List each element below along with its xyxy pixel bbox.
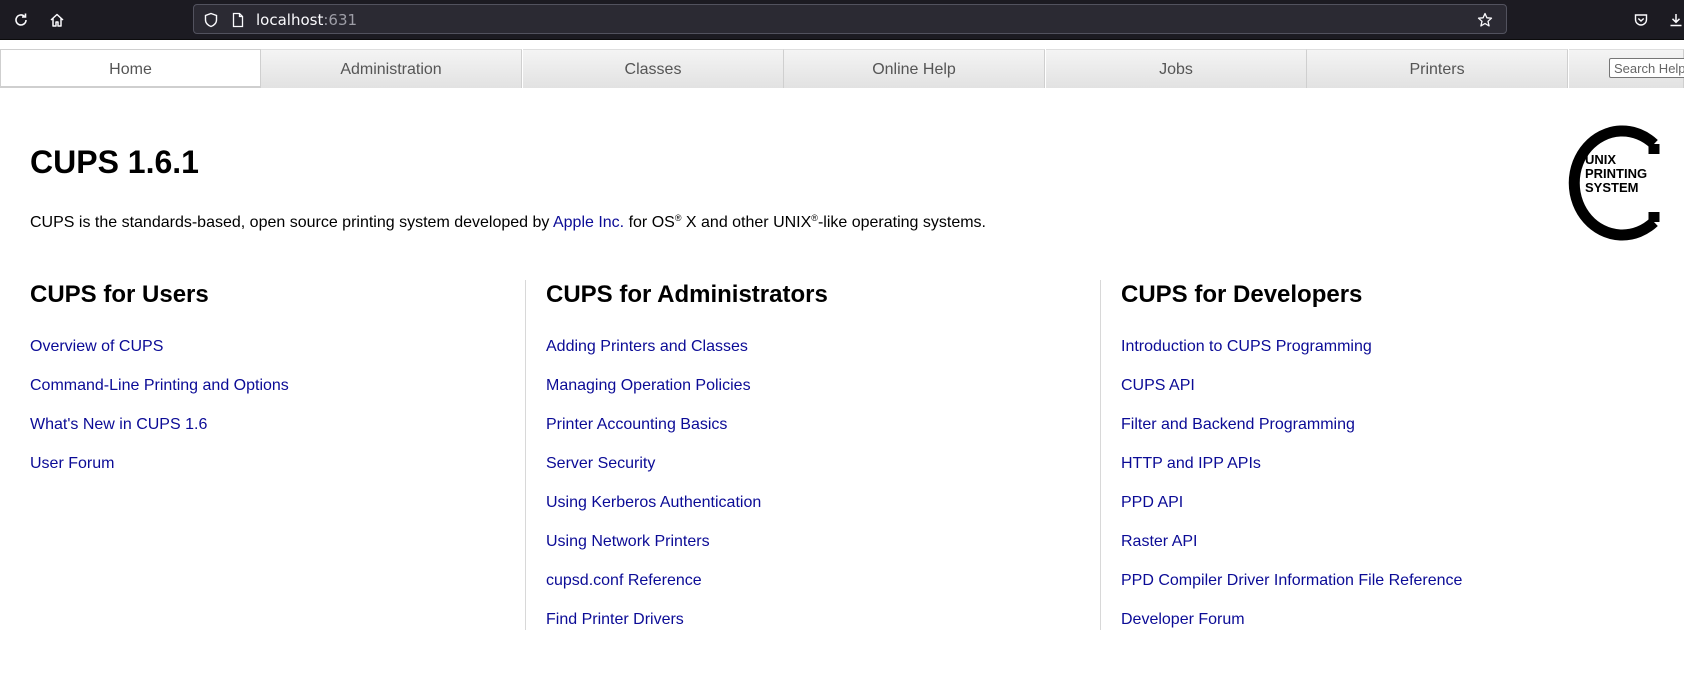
- whats-new-link[interactable]: What's New in CUPS 1.6: [30, 416, 207, 433]
- tab-classes[interactable]: Classes: [523, 49, 784, 88]
- intro-text-os: for OS: [624, 214, 675, 231]
- ppd-compiler-link[interactable]: PPD Compiler Driver Information File Ref…: [1121, 572, 1462, 589]
- apple-inc-link[interactable]: Apple Inc.: [553, 214, 624, 231]
- url-port: :631: [323, 11, 358, 29]
- url-host: localhost: [256, 11, 324, 29]
- developer-forum-link[interactable]: Developer Forum: [1121, 611, 1245, 628]
- logo-text-system: SYSTEM: [1585, 180, 1638, 195]
- reload-icon[interactable]: [9, 8, 33, 32]
- accounting-basics-link[interactable]: Printer Accounting Basics: [546, 416, 727, 433]
- cups-api-link[interactable]: CUPS API: [1121, 377, 1195, 394]
- http-ipp-link[interactable]: HTTP and IPP APIs: [1121, 455, 1261, 472]
- intro-text-end: -like operating systems.: [817, 214, 986, 231]
- page-icon[interactable]: [230, 12, 246, 28]
- find-drivers-link[interactable]: Find Printer Drivers: [546, 611, 684, 628]
- browser-toolbar: localhost:631: [0, 0, 1684, 39]
- pocket-icon[interactable]: [1629, 8, 1653, 32]
- url-text[interactable]: localhost:631: [256, 5, 357, 35]
- cups-logo: UNIX PRINTING SYSTEM: [1568, 125, 1660, 241]
- shield-icon[interactable]: [203, 12, 219, 28]
- search-input[interactable]: [1609, 58, 1684, 78]
- ppd-api-link[interactable]: PPD API: [1121, 494, 1183, 511]
- command-line-printing-link[interactable]: Command-Line Printing and Options: [30, 377, 289, 394]
- network-printers-link[interactable]: Using Network Printers: [546, 533, 710, 550]
- server-security-link[interactable]: Server Security: [546, 455, 655, 472]
- logo-text-printing: PRINTING: [1585, 166, 1647, 181]
- logo-text-unix: UNIX: [1585, 152, 1616, 167]
- users-heading: CUPS for Users: [30, 281, 209, 308]
- search-container: [1569, 49, 1684, 88]
- home-icon[interactable]: [45, 8, 69, 32]
- intro-text-start: CUPS is the standards-based, open source…: [30, 214, 553, 231]
- overview-link[interactable]: Overview of CUPS: [30, 338, 163, 355]
- filter-backend-link[interactable]: Filter and Backend Programming: [1121, 416, 1355, 433]
- download-icon[interactable]: [1664, 8, 1684, 32]
- tab-printers[interactable]: Printers: [1307, 49, 1568, 88]
- adding-printers-link[interactable]: Adding Printers and Classes: [546, 338, 748, 355]
- tab-jobs[interactable]: Jobs: [1046, 49, 1307, 88]
- tab-home[interactable]: Home: [0, 49, 261, 88]
- intro-programming-link[interactable]: Introduction to CUPS Programming: [1121, 338, 1372, 355]
- tab-online-help[interactable]: Online Help: [784, 49, 1045, 88]
- url-bar[interactable]: localhost:631: [193, 4, 1507, 34]
- registered-mark: ®: [811, 213, 818, 223]
- kerberos-link[interactable]: Using Kerberos Authentication: [546, 494, 761, 511]
- operation-policies-link[interactable]: Managing Operation Policies: [546, 377, 751, 394]
- toolbar-divider: [0, 39, 1684, 40]
- users-section: CUPS for Users Overview of CUPS Command-…: [30, 280, 510, 472]
- main-nav: Home Administration Classes Online Help …: [0, 49, 1684, 88]
- page-title: CUPS 1.6.1: [30, 144, 199, 180]
- intro-text-unix: X and other UNIX: [681, 214, 812, 231]
- intro-text: CUPS is the standards-based, open source…: [30, 208, 986, 233]
- developers-heading: CUPS for Developers: [1121, 281, 1363, 308]
- administrators-heading: CUPS for Administrators: [546, 281, 828, 308]
- star-icon[interactable]: [1477, 12, 1493, 28]
- developers-section: CUPS for Developers Introduction to CUPS…: [1100, 280, 1621, 630]
- administrators-section: CUPS for Administrators Adding Printers …: [525, 280, 1066, 630]
- user-forum-link[interactable]: User Forum: [30, 455, 114, 472]
- tab-administration[interactable]: Administration: [261, 49, 522, 88]
- cupsd-conf-link[interactable]: cupsd.conf Reference: [546, 572, 702, 589]
- raster-api-link[interactable]: Raster API: [1121, 533, 1197, 550]
